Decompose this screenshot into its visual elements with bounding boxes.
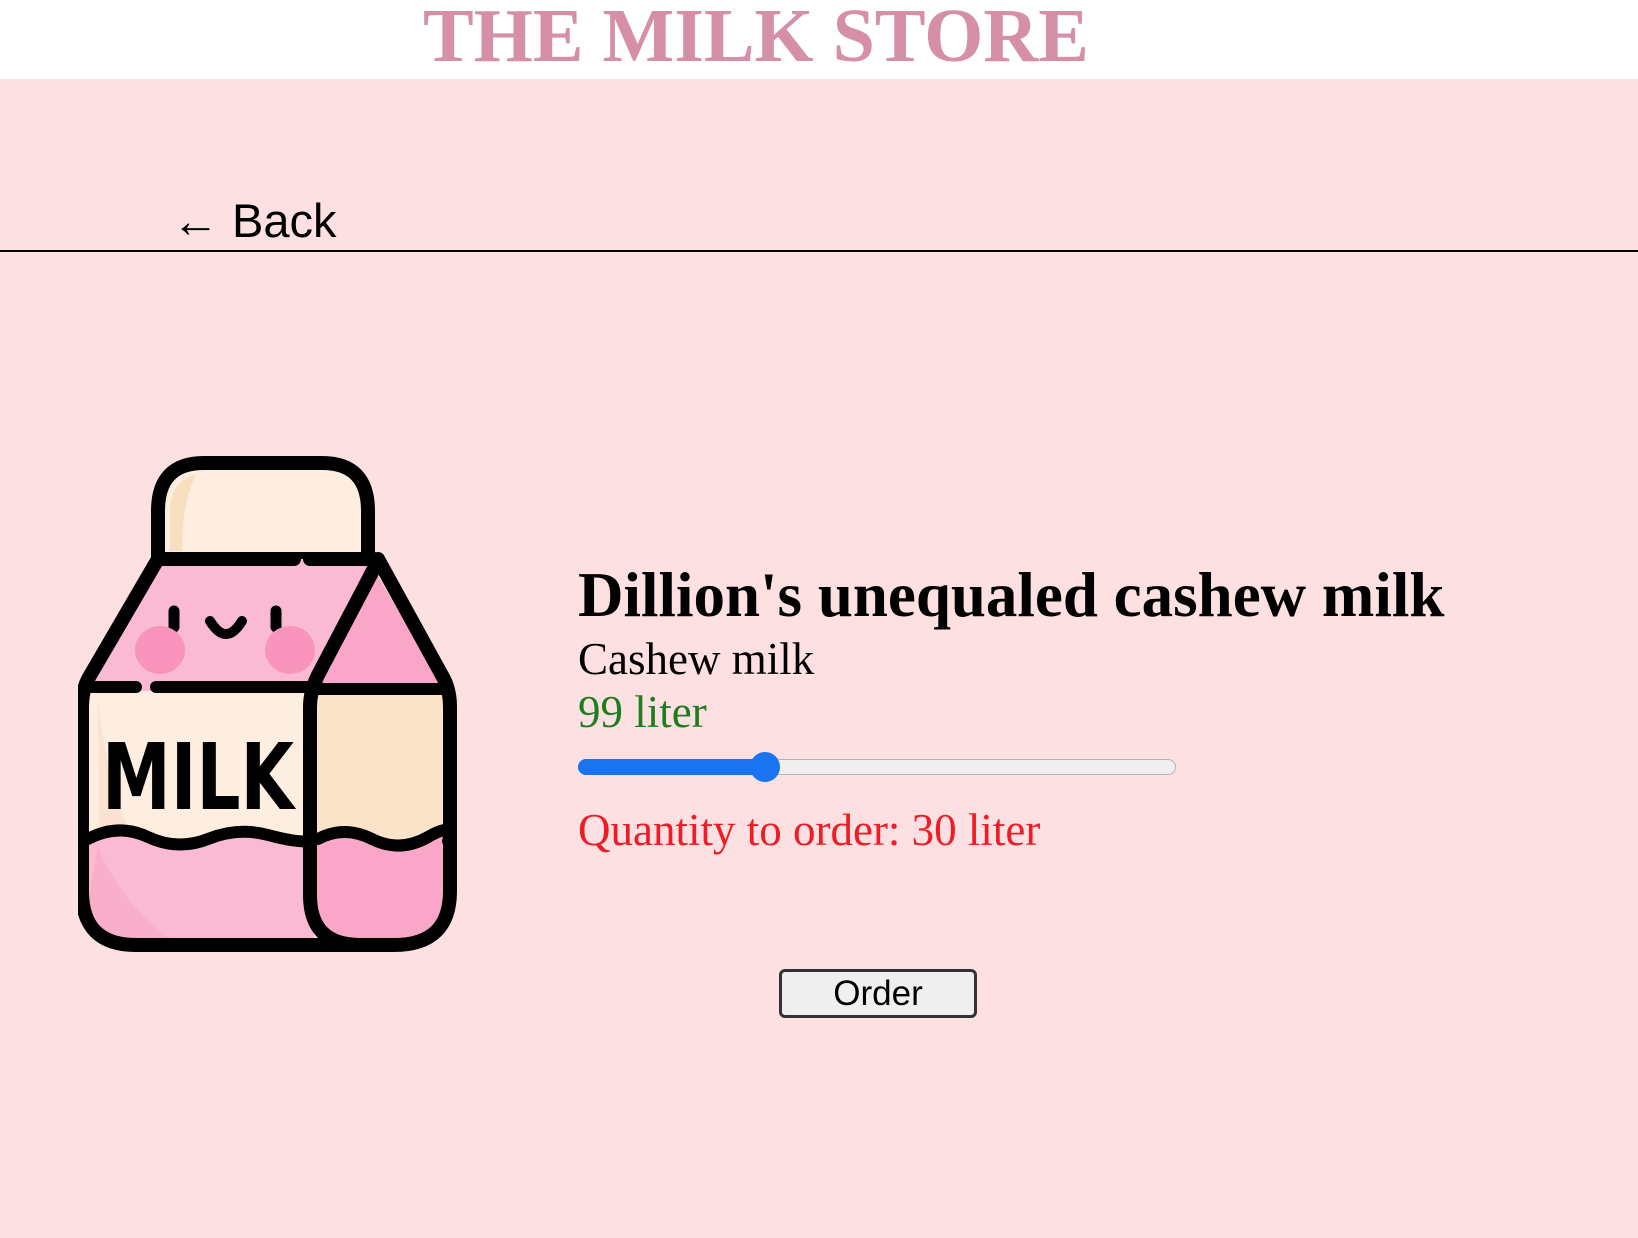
right-cheek	[265, 626, 315, 674]
carton-label-text: MILK	[102, 724, 297, 831]
order-button[interactable]: Order	[779, 969, 977, 1018]
product-name: Dillion's unequaled cashew milk	[578, 560, 1445, 630]
milk-carton-icon: MILK	[78, 456, 457, 952]
divider	[0, 250, 1638, 252]
slider-thumb[interactable]	[749, 752, 780, 782]
product-page: ← Back MILK Dillion's unequaled cashew m…	[0, 79, 1638, 1238]
back-link[interactable]: ← Back	[172, 194, 337, 248]
product-details: Dillion's unequaled cashew milk Cashew m…	[578, 559, 1578, 1018]
product-type: Cashew milk	[578, 634, 815, 684]
store-title: THE MILK STORE	[423, 0, 1089, 78]
product-stock: 99 liter	[578, 687, 707, 737]
quantity-label: Quantity to order: 30 liter	[578, 805, 1041, 855]
slider-fill	[578, 759, 765, 775]
quantity-slider[interactable]	[578, 749, 1176, 785]
site-header: THE MILK STORE	[0, 0, 1638, 79]
left-cheek	[135, 626, 185, 674]
